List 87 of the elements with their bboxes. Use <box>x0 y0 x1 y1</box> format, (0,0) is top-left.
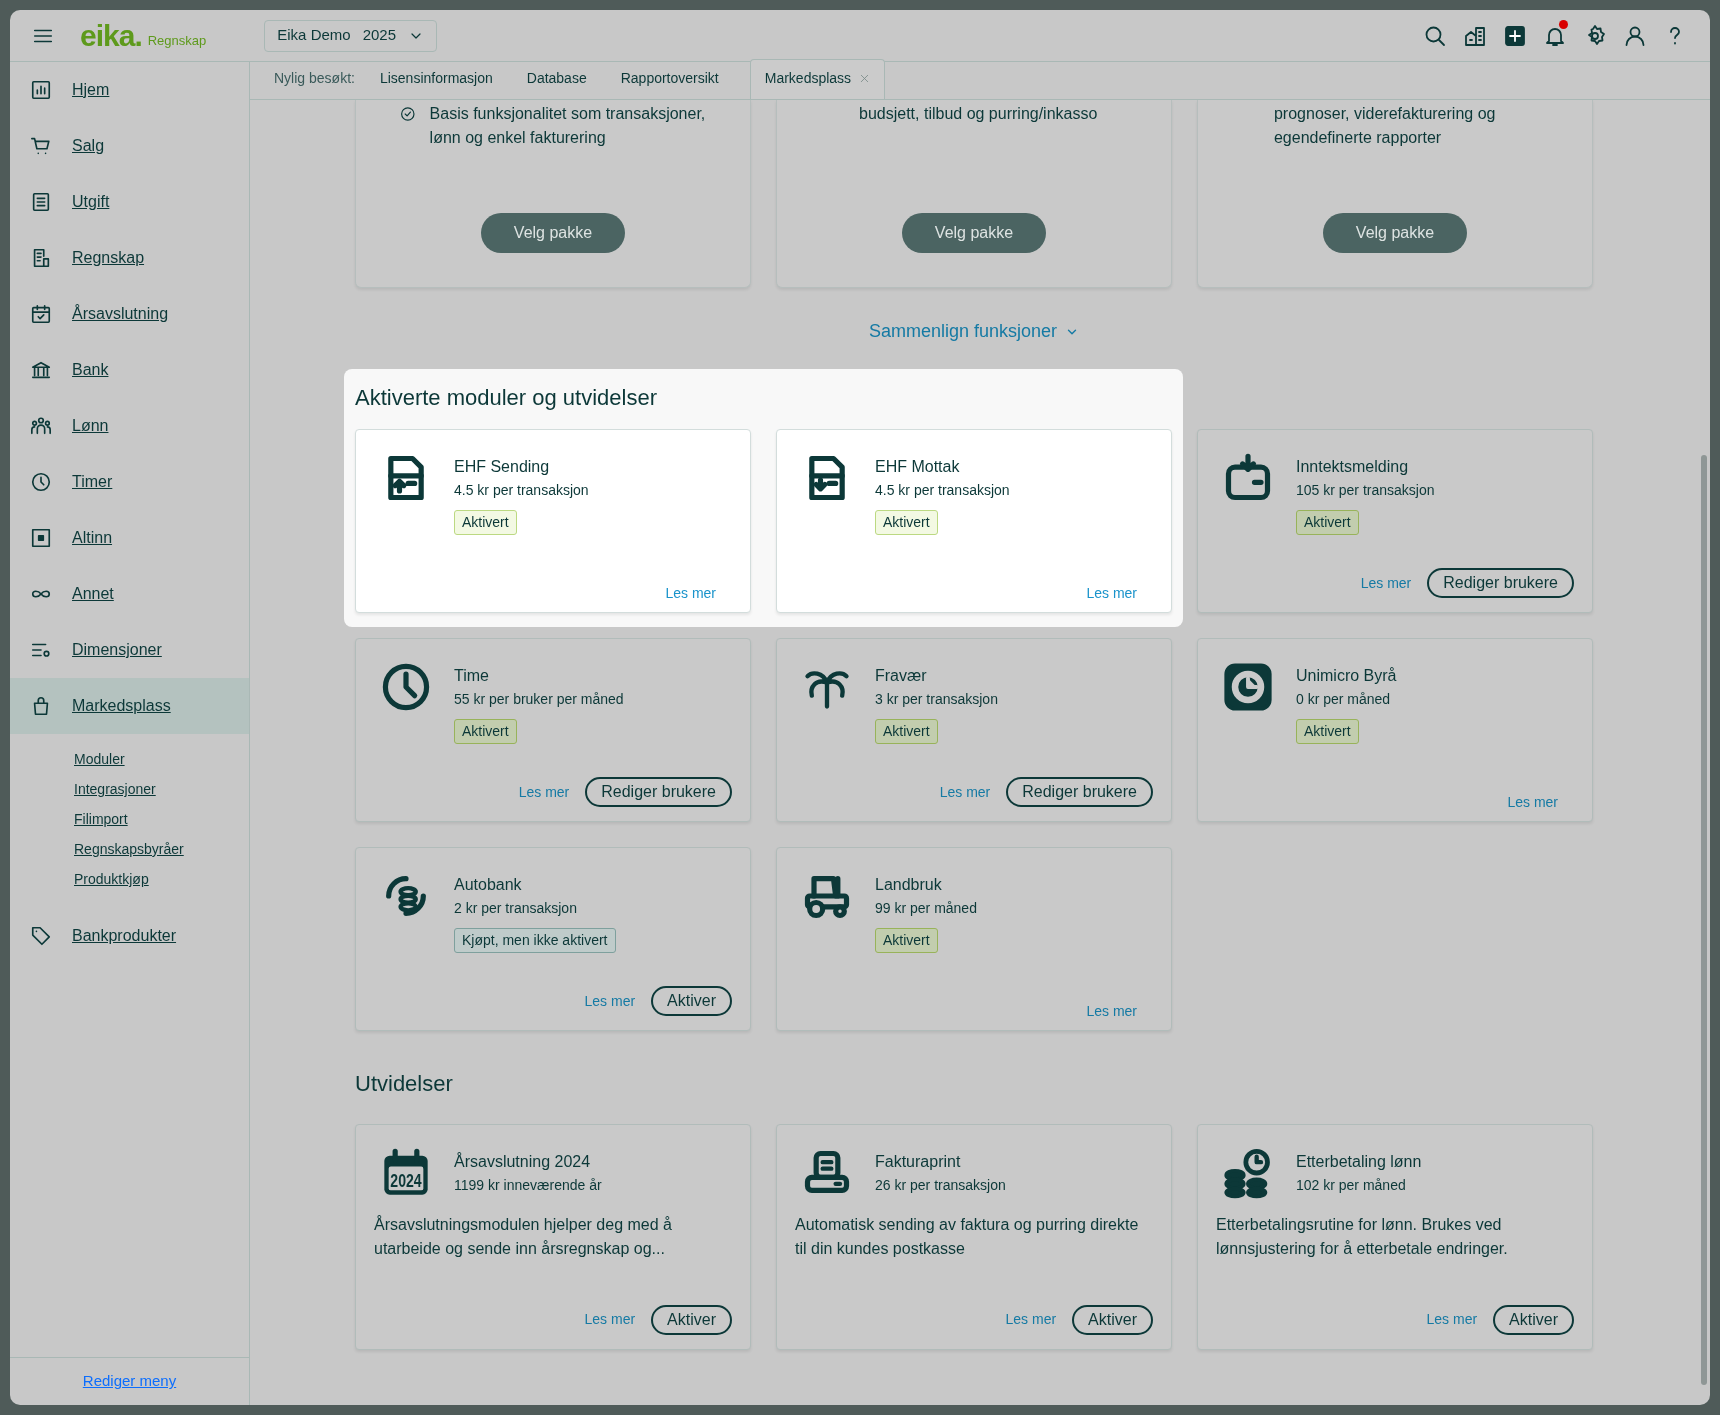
sidebar-item[interactable]: Lønn <box>10 398 249 454</box>
extension-name: Fakturaprint <box>875 1151 962 1172</box>
company-selector[interactable]: Eika Demo 2025 <box>264 19 437 52</box>
sidebar-item[interactable]: Årsavslutning <box>10 286 249 342</box>
status-badge: Aktivert <box>1296 510 1359 536</box>
status-badge: Aktivert <box>454 510 517 536</box>
price: 99 kr per måned <box>875 899 977 919</box>
sidebar-item[interactable]: Bank <box>10 342 249 398</box>
sidebar-item[interactable]: Annet <box>10 566 249 622</box>
price: 4.5 kr per transaksjon <box>875 481 1010 501</box>
select-plan-button[interactable]: Velg pakke <box>902 213 1046 253</box>
activate-button[interactable]: Aktiver <box>651 1304 732 1335</box>
price: 26 kr per transaksjon <box>875 1175 1006 1195</box>
description: Etterbetalingsrutine for lønn. Brukes ved lønnsjustering for å etterbetale endringer. <box>1216 1214 1509 1259</box>
nav-icon <box>30 191 52 213</box>
sidebar-item[interactable]: Bankprodukter <box>10 908 249 964</box>
sidebar-item[interactable]: Regnskap <box>10 230 249 286</box>
module-name: Fravær <box>875 666 928 687</box>
sidebar-item[interactable]: Markedsplass <box>10 678 249 734</box>
price: 4.5 kr per transaksjon <box>454 481 589 501</box>
nav-icon <box>30 79 52 101</box>
nav-icon <box>30 527 52 549</box>
select-plan-button[interactable]: Velg pakke <box>1323 213 1467 253</box>
price: 102 kr per måned <box>1296 1175 1407 1195</box>
status-badge: Aktivert <box>875 719 938 745</box>
recent-tab[interactable]: Database <box>511 67 602 99</box>
nav-icon <box>30 303 52 325</box>
plan-description: Basis funksjonalitet som transaksjoner, lønn og enkel fakturering <box>429 104 707 148</box>
module-name: EHF Mottak <box>875 457 961 478</box>
status-badge: Kjøpt, men ikke aktivert <box>454 928 616 954</box>
status-badge: Aktivert <box>454 719 517 745</box>
module-name: Unimicro Byrå <box>1296 666 1397 687</box>
module-name: Time <box>454 666 490 687</box>
sidebar-item[interactable]: Salg <box>10 118 249 174</box>
price: 105 kr per transaksjon <box>1296 481 1435 501</box>
activate-button[interactable]: Aktiver <box>1072 1304 1153 1335</box>
status-badge: Aktivert <box>1296 719 1359 745</box>
sidebar-item[interactable]: Hjem <box>10 62 249 118</box>
price: 3 kr per transaksjon <box>875 690 998 710</box>
extension-name: Etterbetaling lønn <box>1296 1151 1422 1172</box>
edit-users-button[interactable]: Rediger brukere <box>1006 777 1153 808</box>
plan-description: prognoser, viderefakturering og egendefinerte rapporter <box>1273 104 1497 148</box>
sidebar-item[interactable]: Utgift <box>10 174 249 230</box>
submenu-item[interactable]: Integrasjoner <box>10 774 249 804</box>
sidebar-item[interactable]: Altinn <box>10 510 249 566</box>
read-more-link[interactable]: Les mer <box>1086 583 1137 605</box>
submenu-item[interactable]: Filimport <box>10 804 249 834</box>
price: 2 kr per transaksjon <box>454 899 578 919</box>
submenu-item[interactable]: Moduler <box>10 744 249 774</box>
module-name: Autobank <box>454 875 523 896</box>
submenu-item[interactable]: Regnskapsbyråer <box>10 834 249 864</box>
extension-name: Årsavslutning 2024 <box>454 1151 592 1172</box>
nav-icon <box>30 471 52 493</box>
select-plan-button[interactable]: Velg pakke <box>481 213 625 253</box>
edit-users-button[interactable]: Rediger brukere <box>1427 568 1574 599</box>
module-name: Landbruk <box>875 875 943 896</box>
recent-tab[interactable]: Rapportoversikt <box>605 67 734 99</box>
sidebar-item[interactable]: Timer <box>10 454 249 510</box>
recent-label: Nylig besøkt: <box>274 69 356 88</box>
price: 55 kr per bruker per måned <box>454 690 624 710</box>
nav-icon <box>30 359 52 381</box>
module-name: EHF Sending <box>454 457 551 478</box>
description: Årsavslutningsmodulen hjelper deg med å utarbeide og sende inn årsregnskap og... <box>374 1214 673 1259</box>
recent-tab[interactable]: Lisensinformasjon <box>364 67 508 99</box>
nav-icon <box>30 925 52 947</box>
read-more-link[interactable]: Les mer <box>665 583 716 605</box>
recent-tab[interactable]: Markedsplass <box>749 59 886 99</box>
scrollbar-thumb[interactable] <box>1701 455 1707 1385</box>
section-title: Utvidelser <box>355 1071 454 1098</box>
edit-users-button[interactable]: Rediger brukere <box>585 777 732 808</box>
status-badge: Aktivert <box>875 510 938 536</box>
plan-description: budsjett, tilbud og purring/inkasso <box>859 104 1098 124</box>
edit-users-button[interactable]: Aktiver <box>651 986 732 1017</box>
product-name: Regnskap <box>147 32 207 50</box>
price: 0 kr per måned <box>1296 690 1392 710</box>
price: 1199 kr inneværende år <box>454 1175 602 1195</box>
nav-icon <box>30 135 52 157</box>
activate-button[interactable]: Aktiver <box>1493 1304 1574 1335</box>
add-icon[interactable] <box>1503 23 1527 48</box>
status-badge: Aktivert <box>875 928 938 954</box>
module-name: Inntektsmelding <box>1296 457 1410 478</box>
submenu-item[interactable]: Produktkjøp <box>10 864 249 894</box>
section-title: Aktiverte moduler og utvidelser <box>355 385 659 412</box>
description: Automatisk sending av faktura og purring direkte til din kundes postkasse <box>795 1214 1140 1259</box>
nav-icon <box>30 415 52 437</box>
sidebar-item[interactable]: Dimensjoner <box>10 622 249 678</box>
circle-logo-icon <box>1222 661 1274 714</box>
